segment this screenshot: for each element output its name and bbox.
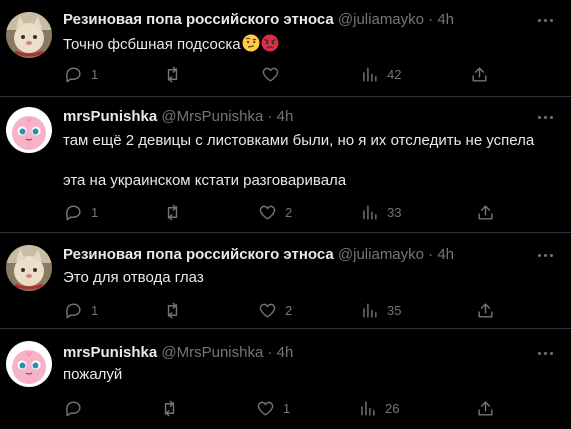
heart-icon (259, 205, 276, 220)
retweet-icon (167, 204, 178, 220)
timestamp[interactable]: 4h (277, 344, 294, 361)
pink-puff-avatar-image (6, 107, 52, 153)
like-button[interactable]: 2 (258, 300, 292, 320)
share-icon (478, 204, 493, 220)
reply-icon (66, 66, 81, 82)
retweet-icon (167, 66, 178, 82)
tweet[interactable]: mrsPunishka @MrsPunishka · 4h пожалуй 1 … (0, 329, 571, 429)
reply-button[interactable]: 1 (64, 202, 98, 222)
more-icon[interactable] (535, 108, 557, 126)
tweet-header: mrsPunishka @MrsPunishka · 4h (63, 108, 293, 126)
share-icon (472, 66, 487, 82)
tweet-header: Резиновая попа российского этноса @julia… (63, 246, 454, 264)
retweet-icon (164, 400, 175, 416)
views-count: 42 (387, 66, 402, 82)
heart-icon (262, 67, 279, 82)
views-chart-icon (361, 400, 375, 416)
author-handle[interactable]: @MrsPunishka (161, 344, 263, 361)
pink-puff-avatar-image (6, 341, 52, 387)
share-icon (478, 400, 493, 416)
separator: · (428, 246, 434, 263)
heart-icon (257, 401, 274, 416)
tweet-text: Точно фсбшная подсоска (63, 34, 279, 55)
retweet-button[interactable] (163, 300, 190, 320)
tweet[interactable]: mrsPunishka @MrsPunishka · 4h там ещё 2 … (0, 97, 571, 233)
tweet-text-line: эта на украинском кстати разговаривала (63, 172, 347, 189)
heart-icon (259, 303, 276, 318)
tweet-header: mrsPunishka @MrsPunishka · 4h (63, 344, 293, 362)
separator: · (267, 108, 273, 125)
reply-icon (66, 302, 81, 318)
like-count: 1 (283, 400, 291, 416)
author-handle[interactable]: @MrsPunishka (161, 108, 263, 125)
avatar[interactable] (6, 245, 52, 291)
timestamp[interactable]: 4h (437, 246, 454, 263)
author-name[interactable]: mrsPunishka (63, 344, 157, 361)
share-button[interactable] (470, 64, 489, 84)
views-chart-icon (363, 204, 377, 220)
avatar[interactable] (6, 12, 52, 58)
more-icon[interactable] (535, 11, 557, 29)
reply-button[interactable]: 1 (64, 64, 98, 84)
share-button[interactable] (476, 202, 495, 222)
views-button[interactable]: 33 (360, 202, 401, 222)
tweet-text-line: Точно фсбшная подсоска (63, 36, 241, 53)
retweet-button[interactable] (160, 398, 187, 418)
reply-count: 1 (91, 204, 99, 220)
reply-count: 1 (91, 66, 99, 82)
views-count: 33 (387, 204, 402, 220)
views-count: 35 (387, 302, 402, 318)
like-button[interactable]: 2 (258, 202, 292, 222)
views-button[interactable]: 26 (358, 398, 399, 418)
views-button[interactable]: 42 (360, 64, 401, 84)
tweet[interactable]: Резиновая попа российского этноса @julia… (0, 0, 571, 97)
angry-face-emoji (261, 34, 279, 52)
reply-count: 1 (91, 302, 99, 318)
retweet-button[interactable] (163, 202, 190, 222)
tweet[interactable]: Резиновая попа российского этноса @julia… (0, 233, 571, 329)
author-handle[interactable]: @juliamayko (338, 246, 424, 263)
like-count: 2 (285, 302, 293, 318)
tweet-text-line: пожалуй (63, 366, 123, 383)
like-button[interactable]: 1 (256, 398, 290, 418)
separator: · (428, 11, 434, 28)
tweet-text-line: Это для отвода глаз (63, 269, 204, 286)
retweet-button[interactable] (163, 64, 190, 84)
views-count: 26 (385, 400, 400, 416)
author-handle[interactable]: @juliamayko (338, 11, 424, 28)
like-count: 2 (285, 204, 293, 220)
retweet-icon (167, 302, 178, 318)
share-button[interactable] (476, 398, 495, 418)
like-button[interactable] (261, 64, 288, 84)
reply-button[interactable]: 1 (64, 300, 98, 320)
cat-avatar-image (6, 12, 52, 58)
more-icon[interactable] (535, 246, 557, 264)
avatar[interactable] (6, 107, 52, 153)
tweet-text-line: там ещё 2 девицы с листовками были, но я… (63, 132, 535, 149)
views-button[interactable]: 35 (360, 300, 401, 320)
author-name[interactable]: Резиновая попа российского этноса (63, 246, 334, 263)
avatar[interactable] (6, 341, 52, 387)
tweet-header: Резиновая попа российского этноса @julia… (63, 11, 454, 29)
author-name[interactable]: Резиновая попа российского этноса (63, 11, 334, 28)
separator: · (267, 344, 273, 361)
more-icon[interactable] (535, 344, 557, 362)
share-button[interactable] (476, 300, 495, 320)
timestamp[interactable]: 4h (437, 11, 454, 28)
reply-button[interactable] (64, 398, 91, 418)
views-chart-icon (363, 302, 377, 318)
face-with-raised-eyebrow-emoji (242, 34, 260, 52)
views-chart-icon (363, 66, 377, 82)
timestamp[interactable]: 4h (277, 108, 294, 125)
reply-icon (66, 204, 81, 220)
share-icon (478, 302, 493, 318)
reply-icon (66, 400, 81, 416)
cat-avatar-image (6, 245, 52, 291)
author-name[interactable]: mrsPunishka (63, 108, 157, 125)
